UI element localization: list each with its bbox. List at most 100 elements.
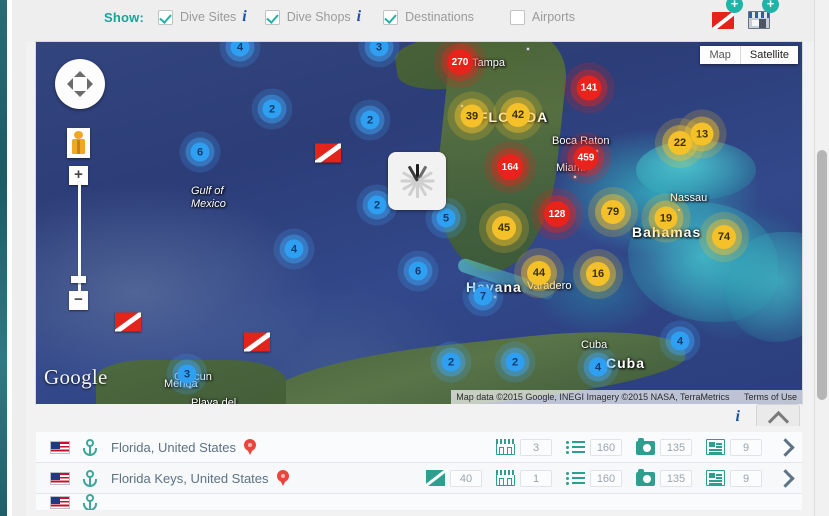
map-cluster-marker[interactable]: 19	[654, 206, 678, 230]
map-cluster-marker[interactable]: 22	[668, 131, 692, 155]
city-dot	[573, 175, 577, 179]
map-cluster-marker[interactable]: 141	[576, 75, 602, 101]
article-icon	[706, 439, 725, 455]
anchor-icon	[82, 438, 98, 456]
map-cluster-marker[interactable]: 4	[284, 239, 304, 259]
filter-label-dive-shops: Dive Shops	[286, 10, 351, 24]
stat-article[interactable]: 9	[706, 469, 762, 487]
map-cluster-marker[interactable]: 2	[441, 352, 461, 372]
map-type-toggle: Map Satellite	[700, 46, 798, 64]
google-logo: Google	[44, 365, 108, 389]
row-expand-chevron-icon[interactable]	[774, 436, 796, 458]
checkbox-dive-shops[interactable]	[264, 9, 280, 25]
map-info-icon[interactable]: i	[736, 408, 740, 426]
map-dive-flag-marker[interactable]	[315, 143, 341, 163]
collapse-map-button[interactable]	[756, 404, 800, 426]
stat-list[interactable]: 160	[566, 438, 622, 456]
shop-icon	[748, 11, 770, 29]
map-cluster-marker[interactable]: 13	[690, 122, 714, 146]
stat-article[interactable]: 9	[706, 438, 762, 456]
show-label: Show:	[104, 9, 144, 25]
map-cluster-marker[interactable]: 79	[601, 200, 625, 224]
info-icon-dive-shops[interactable]: i	[357, 8, 361, 26]
map-cluster-marker[interactable]: 74	[712, 225, 736, 249]
article-icon	[706, 470, 725, 486]
stat-dive-flag[interactable]: 40	[426, 469, 482, 487]
pan-down-icon[interactable]	[74, 91, 86, 103]
filter-label-airports: Airports	[531, 10, 575, 24]
stat-value: 9	[730, 438, 762, 456]
row-expand-chevron-icon[interactable]	[774, 467, 796, 489]
destination-row[interactable]: Florida, United States 3 160 135 9	[36, 432, 802, 463]
map-pin-icon[interactable]	[276, 470, 289, 486]
page-scrollbar[interactable]	[814, 0, 829, 516]
map-cluster-marker[interactable]: 6	[190, 142, 210, 162]
destination-stats: 3 160 135 9	[482, 436, 802, 458]
map-cluster-marker[interactable]: 4	[588, 357, 608, 377]
map-cluster-marker[interactable]: 42	[506, 103, 530, 127]
stat-list[interactable]: 160	[566, 469, 622, 487]
filter-airports[interactable]: Airports	[509, 9, 575, 25]
map-cluster-marker[interactable]: 2	[360, 110, 380, 130]
loading-spinner-box	[388, 152, 446, 210]
map-cluster-marker[interactable]: 7	[473, 286, 493, 306]
add-dive-site-button[interactable]: +	[712, 0, 743, 30]
stat-value: 40	[450, 469, 482, 487]
loading-spinner-icon	[397, 161, 437, 201]
map-cluster-marker[interactable]: 459	[573, 145, 599, 171]
terms-of-use-link[interactable]: Terms of Use	[744, 392, 797, 402]
add-dive-shop-button[interactable]: +	[748, 0, 779, 30]
map-cluster-marker[interactable]: 6	[408, 261, 428, 281]
destination-name[interactable]: Florida Keys, United States	[111, 471, 269, 486]
map-cluster-marker[interactable]: 39	[460, 104, 484, 128]
map-type-satellite[interactable]: Satellite	[740, 46, 798, 64]
destination-row-partial[interactable]	[36, 494, 802, 510]
checkbox-airports[interactable]	[509, 9, 525, 25]
page-scrollbar-thumb[interactable]	[817, 150, 827, 400]
map-cluster-marker[interactable]: 3	[177, 364, 197, 384]
destination-row[interactable]: Florida Keys, United States 40 1 160 135 9	[36, 463, 802, 494]
map-pin-icon[interactable]	[244, 439, 257, 455]
stat-camera[interactable]: 135	[636, 438, 692, 456]
map-cluster-marker[interactable]: 4	[670, 331, 690, 351]
country-flag-icon	[50, 440, 70, 454]
map-canvas[interactable]: Gulf ofMexicoTampaFLORIDABoca RatonMiami…	[36, 42, 802, 404]
filter-dive-sites[interactable]: Dive Sites i	[158, 8, 247, 26]
checkbox-dive-sites[interactable]	[158, 9, 173, 25]
map-cluster-marker[interactable]: 16	[586, 262, 610, 286]
map-type-map[interactable]: Map	[700, 46, 741, 64]
info-icon-dive-sites[interactable]: i	[242, 8, 246, 26]
map-cluster-marker[interactable]: 128	[544, 201, 570, 227]
street-view-pegman[interactable]	[67, 128, 90, 158]
stat-shop[interactable]: 3	[496, 438, 552, 456]
map-cluster-marker[interactable]: 2	[262, 99, 282, 119]
map-cluster-marker[interactable]: 5	[436, 208, 456, 228]
map-pan-control[interactable]	[55, 59, 105, 109]
toolbar-spacer	[26, 34, 814, 42]
filter-label-dive-sites: Dive Sites	[180, 10, 237, 24]
plus-badge-dive-site: +	[726, 0, 743, 13]
zoom-slider-handle[interactable]	[71, 276, 86, 283]
country-flag-icon	[50, 471, 70, 485]
filter-dive-shops[interactable]: Dive Shops i	[264, 8, 361, 26]
pan-right-icon[interactable]	[87, 78, 99, 90]
stat-value: 1	[520, 469, 552, 487]
stat-shop[interactable]: 1	[496, 469, 552, 487]
map-cluster-marker[interactable]: 2	[367, 195, 387, 215]
pan-left-icon[interactable]	[61, 78, 73, 90]
map-cluster-marker[interactable]: 45	[492, 216, 516, 240]
map-cluster-marker[interactable]: 2	[505, 352, 525, 372]
map-dive-flag-marker[interactable]	[115, 312, 141, 332]
map-cluster-marker[interactable]: 270	[447, 49, 473, 75]
zoom-out-button[interactable]: −	[69, 291, 88, 310]
map-cluster-marker[interactable]: 44	[527, 261, 551, 285]
destination-name[interactable]: Florida, United States	[111, 440, 236, 455]
checkbox-destinations[interactable]	[383, 9, 399, 25]
shop-icon	[496, 470, 515, 486]
map-dive-flag-marker[interactable]	[244, 332, 270, 352]
pan-up-icon[interactable]	[74, 65, 86, 77]
dive-flag-icon	[712, 12, 734, 29]
filter-destinations[interactable]: Destinations	[383, 9, 474, 25]
map-cluster-marker[interactable]: 164	[497, 154, 523, 180]
stat-camera[interactable]: 135	[636, 469, 692, 487]
